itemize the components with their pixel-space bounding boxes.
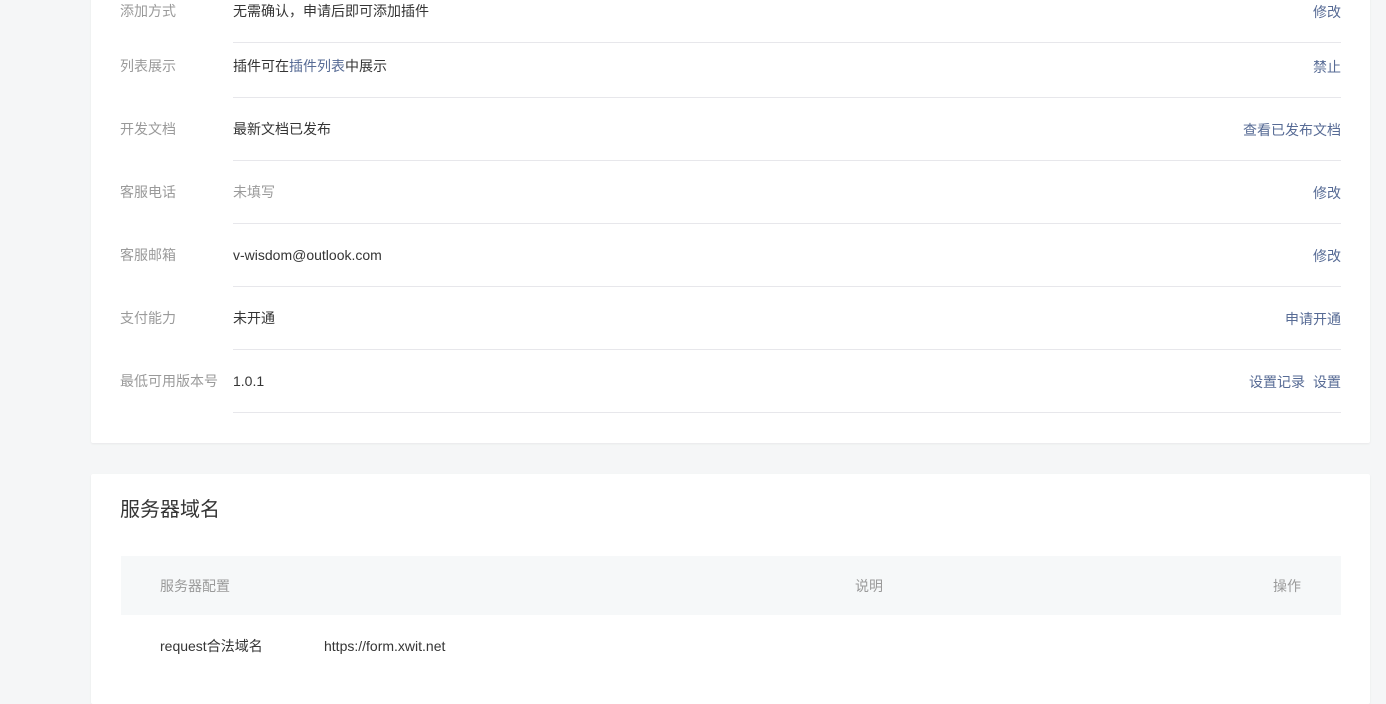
version-history-link[interactable]: 设置记录 [1249, 374, 1305, 390]
server-domain-card: 服务器域名 服务器配置 说明 操作 request合法域名 https://fo… [91, 474, 1370, 704]
row-value: 无需确认，申请后即可添加插件 [233, 3, 429, 19]
modify-email-link[interactable]: 修改 [1313, 248, 1341, 264]
row-label: 列表展示 [120, 58, 176, 74]
modify-phone-link[interactable]: 修改 [1313, 185, 1341, 201]
column-header-config: 服务器配置 [160, 578, 230, 594]
section-title: 服务器域名 [120, 499, 220, 521]
domain-table-header: 服务器配置 说明 操作 [121, 556, 1341, 615]
view-published-docs-link[interactable]: 查看已发布文档 [1243, 122, 1341, 138]
settings-row-service-phone: 客服电话 未填写 修改 [120, 161, 1341, 224]
row-value: 未开通 [233, 310, 275, 326]
row-value: 最新文档已发布 [233, 121, 331, 137]
set-version-link[interactable]: 设置 [1313, 374, 1341, 390]
row-value: 未填写 [233, 184, 275, 200]
row-value: v-wisdom@outlook.com [233, 247, 382, 263]
domain-config-name: request合法域名 [160, 638, 263, 654]
settings-row-list-display: 列表展示 插件可在插件列表中展示 禁止 [120, 35, 1341, 98]
row-value: 插件可在插件列表中展示 [233, 57, 387, 75]
value-prefix: 插件可在 [233, 58, 289, 74]
row-divider [233, 412, 1341, 413]
row-label: 最低可用版本号 [120, 373, 218, 389]
row-label: 添加方式 [120, 3, 176, 19]
settings-row-payment: 支付能力 未开通 申请开通 [120, 287, 1341, 350]
modify-add-method-link[interactable]: 修改 [1313, 4, 1341, 20]
settings-row-min-version: 最低可用版本号 1.0.1 设置记录 设置 [120, 350, 1341, 413]
row-label: 支付能力 [120, 310, 176, 326]
value-suffix: 中展示 [345, 58, 387, 74]
row-label: 开发文档 [120, 121, 176, 137]
plugin-settings-card: 添加方式 无需确认，申请后即可添加插件 修改 列表展示 插件可在插件列表中展示 … [91, 0, 1370, 443]
domain-config-value: https://form.xwit.net [324, 638, 446, 654]
row-value: 1.0.1 [233, 373, 265, 389]
apply-payment-link[interactable]: 申请开通 [1285, 311, 1341, 327]
row-label: 客服邮箱 [120, 247, 176, 263]
settings-row-service-email: 客服邮箱 v-wisdom@outlook.com 修改 [120, 224, 1341, 287]
row-label: 客服电话 [120, 184, 176, 200]
settings-row-dev-docs: 开发文档 最新文档已发布 查看已发布文档 [120, 98, 1341, 161]
plugin-list-link[interactable]: 插件列表 [289, 58, 345, 74]
disable-list-display-link[interactable]: 禁止 [1313, 59, 1341, 75]
column-header-actions: 操作 [1273, 578, 1301, 594]
column-header-description: 说明 [855, 578, 883, 594]
table-row: request合法域名 https://form.xwit.net [121, 615, 1341, 675]
